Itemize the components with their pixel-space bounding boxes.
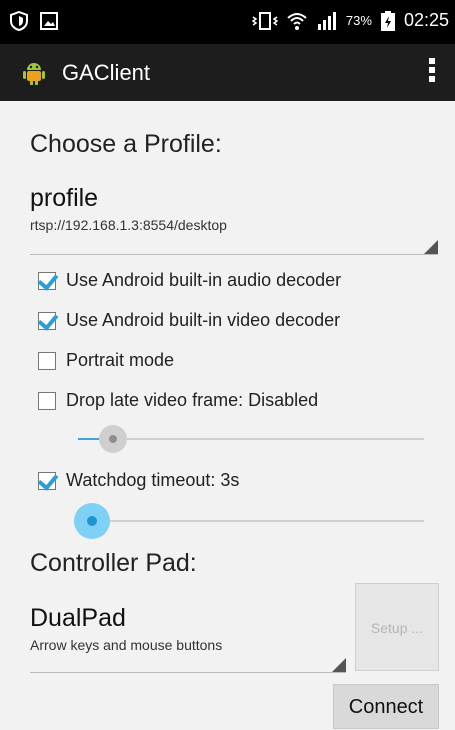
watchdog-label: Watchdog timeout: 3s: [66, 470, 240, 490]
video-decoder-label: Use Android built-in video decoder: [66, 310, 341, 330]
android-icon: [23, 63, 45, 85]
portrait-mode-option[interactable]: Portrait mode: [38, 350, 174, 371]
watchdog-option[interactable]: Watchdog timeout: 3s: [38, 470, 239, 491]
profile-url: rtsp://192.168.1.3:8554/desktop: [30, 217, 227, 233]
watchdog-checkbox[interactable]: [38, 471, 56, 490]
battery-percent: 73%: [345, 13, 372, 28]
slider-thumb[interactable]: [73, 503, 110, 539]
watchdog-slider[interactable]: [73, 503, 424, 539]
connect-button[interactable]: Connect: [333, 684, 439, 729]
controller-heading: Controller Pad:: [30, 549, 197, 577]
video-decoder-checkbox[interactable]: [38, 311, 56, 330]
profile-name: profile: [30, 184, 99, 212]
profile-spinner[interactable]: profile rtsp://192.168.1.3:8554/desktop: [30, 184, 438, 255]
setup-button[interactable]: Setup ...: [355, 583, 439, 671]
audio-decoder-checkbox[interactable]: [38, 271, 56, 290]
clock: 02:25: [403, 10, 449, 30]
image-icon: [40, 12, 58, 30]
signal-icon: [317, 11, 336, 30]
overflow-menu-icon[interactable]: [429, 58, 435, 86]
action-bar: GAClient: [0, 44, 455, 101]
portrait-mode-label: Portrait mode: [66, 350, 175, 370]
drop-late-label: Drop late video frame: Disabled: [66, 390, 319, 410]
status-right-icons: 73% 02:25: [251, 10, 449, 31]
drop-late-slider[interactable]: [78, 424, 424, 454]
shield-icon: [10, 11, 28, 31]
slider-track: [78, 520, 424, 522]
status-bar: 73% 02:25: [0, 0, 455, 44]
video-decoder-option[interactable]: Use Android built-in video decoder: [38, 310, 340, 331]
spinner-arrow-icon: [332, 658, 346, 672]
battery-icon: [380, 10, 395, 31]
controller-spinner[interactable]: DualPad Arrow keys and mouse buttons: [30, 604, 346, 673]
vibrate-icon: [251, 11, 278, 30]
slider-track: [78, 438, 424, 440]
portrait-mode-checkbox[interactable]: [38, 351, 56, 370]
controller-name: DualPad: [30, 604, 126, 632]
audio-decoder-label: Use Android built-in audio decoder: [66, 270, 342, 290]
drop-late-checkbox[interactable]: [38, 391, 56, 410]
drop-late-option[interactable]: Drop late video frame: Disabled: [38, 390, 318, 411]
status-left-icons: [10, 11, 58, 31]
wifi-icon: [287, 12, 307, 30]
audio-decoder-option[interactable]: Use Android built-in audio decoder: [38, 270, 341, 291]
spinner-arrow-icon: [424, 240, 438, 254]
slider-thumb[interactable]: [98, 425, 127, 453]
controller-desc: Arrow keys and mouse buttons: [30, 637, 223, 653]
app-title: GAClient: [62, 60, 151, 85]
profile-heading: Choose a Profile:: [30, 130, 222, 158]
